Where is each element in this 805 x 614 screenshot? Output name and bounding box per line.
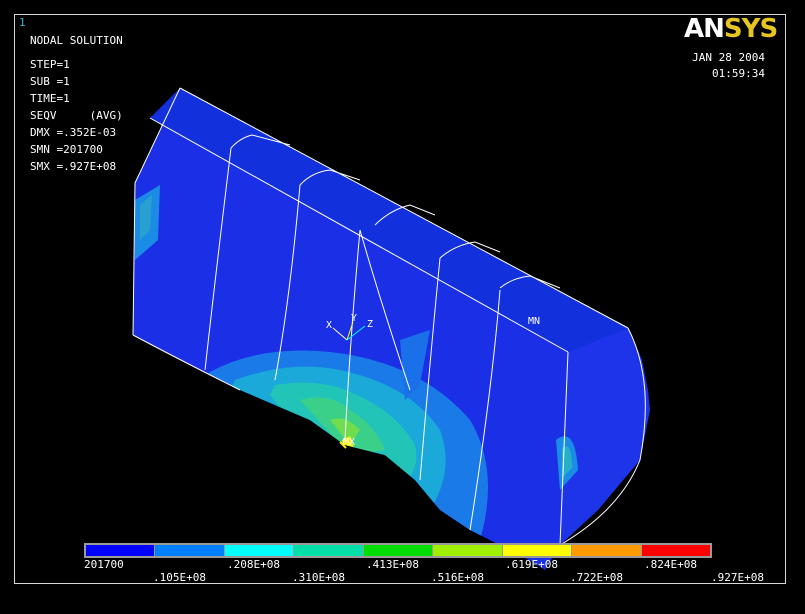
legend-label: .516E+08 xyxy=(431,571,484,584)
axis-y-label: Y xyxy=(351,313,357,324)
legend-swatch xyxy=(502,545,572,556)
legend-label: .619E+08 xyxy=(505,558,558,571)
legend-label: .824E+08 xyxy=(644,558,697,571)
axis-z-label: Z xyxy=(367,319,373,330)
mn-marker: MN xyxy=(528,316,540,327)
legend-swatch xyxy=(294,545,363,556)
legend-label: .413E+08 xyxy=(366,558,419,571)
contour-legend xyxy=(84,543,712,558)
legend-label: .208E+08 xyxy=(227,558,280,571)
legend-swatch xyxy=(641,545,710,556)
legend-label: .310E+08 xyxy=(292,571,345,584)
legend-swatch xyxy=(86,545,155,556)
legend-swatch xyxy=(433,545,502,556)
legend-label: .927E+08 xyxy=(711,571,764,584)
legend-swatch xyxy=(224,545,294,556)
legend-label: .105E+08 xyxy=(153,571,206,584)
legend-swatch xyxy=(572,545,641,556)
legend-swatch xyxy=(363,545,433,556)
axis-x-label: X xyxy=(326,320,332,331)
end-face xyxy=(560,328,650,545)
model-viewport[interactable]: MX MN X Y Z xyxy=(0,0,805,614)
mx-marker: MX xyxy=(343,437,355,448)
legend-swatch xyxy=(155,545,224,556)
legend-label: .722E+08 xyxy=(570,571,623,584)
legend-label: 201700 xyxy=(84,558,124,571)
